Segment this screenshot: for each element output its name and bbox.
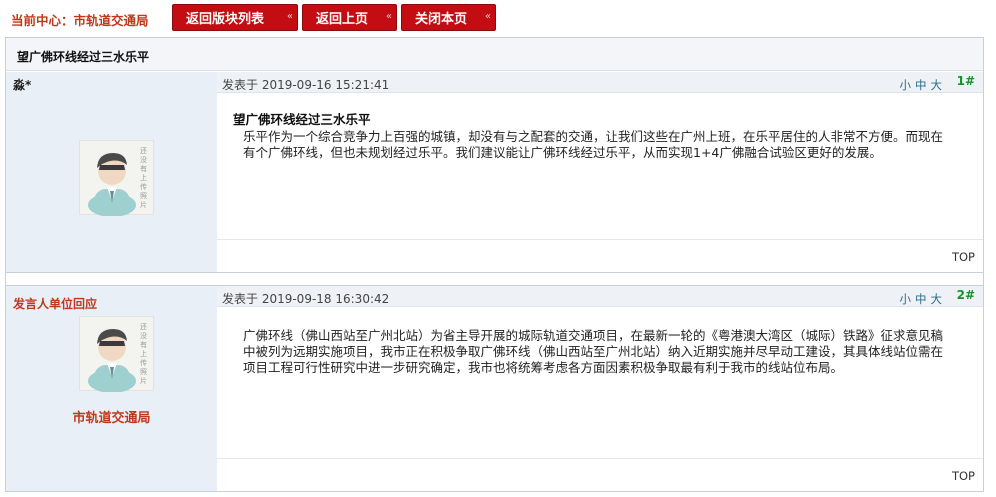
avatar: 还没有上传照片 — [79, 316, 154, 393]
thread-container: 望广佛环线经过三水乐平 淼* 还没有上传照片 发表于 2019-09-16 15… — [5, 37, 984, 492]
top-bar: 当前中心：市轨道交通局 返回版块列表 « 返回上页 « 关闭本页 « — [0, 0, 996, 36]
post-author-name[interactable]: 淼* — [13, 76, 31, 93]
current-center-label: 当前中心： — [11, 13, 74, 28]
back-previous-page-button[interactable]: 返回上页 « — [302, 4, 397, 31]
post-author-panel: 发言人单位回应 还没有上传照片 市轨道交通局 — [6, 286, 217, 491]
back-to-top-link[interactable]: TOP — [952, 469, 975, 483]
close-page-button[interactable]: 关闭本页 « — [401, 4, 496, 31]
current-center: 当前中心：市轨道交通局 — [11, 10, 149, 29]
post-date: 发表于 2019-09-18 16:30:42 — [222, 292, 390, 306]
back-to-board-list-button[interactable]: 返回版块列表 « — [172, 4, 298, 31]
post-author-name: 发言人单位回应 — [13, 297, 98, 311]
post-content-panel: 发表于 2019-09-16 15:21:41 小中大 1# 望广佛环线经过三水… — [217, 72, 983, 272]
post-separator — [6, 272, 983, 286]
post-body: 乐平作为一个综合竞争力上百强的城镇，却没有与之配套的交通，让我们这些在广州上班，… — [243, 129, 944, 160]
avatar-caption: 还没有上传照片 — [140, 323, 147, 385]
post-content-panel: 发表于 2019-09-18 16:30:42 小中大 2# 广佛环线（佛山西站… — [217, 286, 983, 491]
back-to-board-list-label: 返回版块列表 — [186, 12, 265, 27]
close-page-label: 关闭本页 — [415, 12, 468, 27]
thread-title-bar: 望广佛环线经过三水乐平 — [6, 38, 983, 71]
post-subject: 望广佛环线经过三水乐平 — [233, 112, 371, 127]
post-author-panel: 淼* 还没有上传照片 — [6, 72, 217, 272]
font-size-controls[interactable]: 小中大 — [900, 77, 947, 93]
chevron-icon: « — [286, 11, 293, 22]
post-meta-bar: 发表于 2019-09-18 16:30:42 小中大 2# — [217, 286, 983, 307]
back-previous-page-label: 返回上页 — [316, 12, 369, 27]
post-body: 广佛环线（佛山西站至广州北站）为省主导开展的城际轨道交通项目，在最新一轮的《粤港… — [243, 328, 944, 375]
current-center-name[interactable]: 市轨道交通局 — [74, 13, 149, 28]
chevron-icon: « — [484, 11, 491, 22]
post-footer: TOP — [217, 239, 983, 272]
thread-title: 望广佛环线经过三水乐平 — [17, 50, 150, 64]
floor-number: 1# — [956, 74, 975, 88]
post-meta-bar: 发表于 2019-09-16 15:21:41 小中大 1# — [217, 72, 983, 93]
avatar-caption: 还没有上传照片 — [140, 147, 147, 209]
floor-number: 2# — [956, 288, 975, 302]
chevron-icon: « — [385, 11, 392, 22]
post-footer: TOP — [217, 458, 983, 491]
post-2: 发言人单位回应 还没有上传照片 市轨道交通局 发表于 2019-09-18 16… — [6, 286, 983, 491]
post-1: 淼* 还没有上传照片 发表于 2019-09-16 15:21:41 小中大 1… — [6, 72, 983, 272]
font-size-controls[interactable]: 小中大 — [900, 291, 947, 307]
back-to-top-link[interactable]: TOP — [952, 250, 975, 264]
avatar: 还没有上传照片 — [79, 140, 154, 217]
responder-org-name: 市轨道交通局 — [72, 411, 151, 426]
post-date: 发表于 2019-09-16 15:21:41 — [222, 78, 390, 92]
